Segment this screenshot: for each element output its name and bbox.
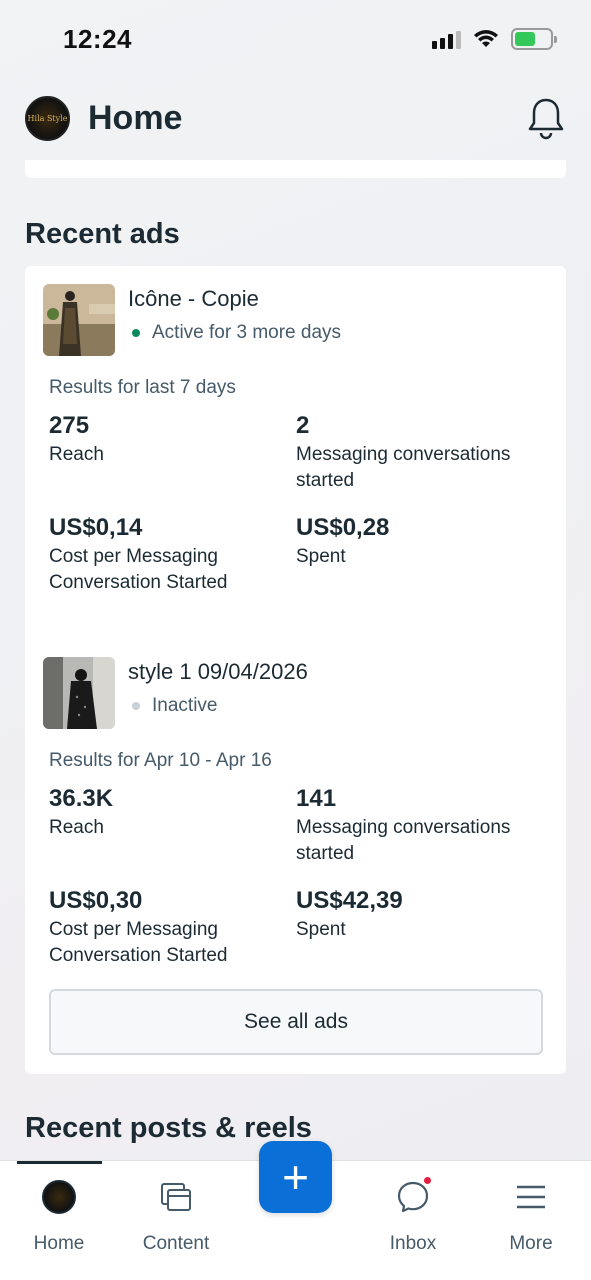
page-title: Home — [88, 98, 183, 137]
metric-messaging: 141 Messaging conversations started — [296, 785, 541, 867]
metric-value: 2 — [296, 412, 310, 439]
nav-more[interactable]: More — [472, 1161, 590, 1261]
ad-status: Inactive — [128, 695, 217, 717]
metric-reach: 275 Reach — [49, 412, 294, 468]
metric-label: Cost per Messaging Conversation Started — [49, 546, 228, 593]
metric-value: US$0,14 — [49, 514, 143, 541]
metric-label: Spent — [296, 546, 346, 567]
recent-ads-title: Recent ads — [25, 218, 180, 250]
metric-value: US$0,28 — [296, 514, 390, 541]
create-button[interactable]: + — [259, 1141, 332, 1213]
ad-status-text: Active for 3 more days — [152, 322, 342, 343]
ad-item[interactable]: style 1 09/04/2026 Inactive Results for … — [43, 657, 548, 977]
metric-cost-per-conversation: US$0,30 Cost per Messaging Conversation … — [49, 887, 294, 969]
ad-name: Icône - Copie — [128, 286, 259, 311]
metric-value: 36.3K — [49, 785, 114, 812]
recent-ads-card: Icône - Copie Active for 3 more days Res… — [25, 266, 566, 1074]
metric-value: US$0,30 — [49, 887, 143, 914]
status-dot-icon — [132, 329, 140, 337]
notifications-bell-icon[interactable] — [526, 96, 566, 140]
ad-status-text: Inactive — [152, 695, 218, 716]
wifi-icon — [474, 30, 498, 47]
header: Hila Style Home — [25, 92, 566, 144]
metric-label: Cost per Messaging Conversation Started — [49, 919, 228, 966]
metric-label: Messaging conversations started — [296, 444, 511, 491]
nav-inbox[interactable]: Inbox — [354, 1161, 472, 1261]
results-period: Results for Apr 10 - Apr 16 — [49, 750, 272, 771]
status-bar: 12:24 — [0, 0, 591, 80]
ad-item[interactable]: Icône - Copie Active for 3 more days Res… — [43, 284, 548, 604]
status-icons — [432, 28, 557, 50]
metric-value: 275 — [49, 412, 90, 439]
results-period: Results for last 7 days — [49, 377, 236, 398]
previous-card-bottom — [25, 160, 566, 178]
inbox-icon — [395, 1177, 431, 1215]
nav-label: Content — [142, 1233, 210, 1254]
metric-reach: 36.3K Reach — [49, 785, 294, 841]
metric-label: Messaging conversations started — [296, 817, 511, 864]
metric-label: Reach — [49, 817, 104, 838]
metric-label: Reach — [49, 444, 104, 465]
nav-home[interactable]: Home — [0, 1161, 118, 1261]
metric-messaging: 2 Messaging conversations started — [296, 412, 541, 494]
status-dot-icon — [132, 702, 140, 710]
nav-label: More — [509, 1233, 553, 1254]
ad-status: Active for 3 more days — [128, 322, 341, 344]
content-icon — [158, 1179, 194, 1215]
home-avatar-icon — [41, 1179, 77, 1215]
notification-dot-icon — [424, 1177, 431, 1184]
see-all-ads-button[interactable]: See all ads — [49, 989, 543, 1055]
nav-label: Inbox — [389, 1233, 437, 1254]
battery-icon — [511, 28, 557, 50]
nav-label: Home — [33, 1233, 85, 1254]
avatar-logo-text: Hila Style — [27, 113, 68, 123]
metric-value: 141 — [296, 785, 337, 812]
ad-thumbnail — [43, 284, 115, 356]
metric-spent: US$0,28 Spent — [296, 514, 541, 570]
metric-value: US$42,39 — [296, 887, 403, 914]
nav-content[interactable]: Content — [117, 1161, 235, 1261]
profile-avatar[interactable]: Hila Style — [25, 95, 70, 141]
plus-icon: + — [282, 1151, 309, 1203]
recent-posts-title: Recent posts & reels — [25, 1112, 312, 1144]
status-time: 12:24 — [63, 24, 132, 54]
menu-icon — [513, 1179, 549, 1215]
ad-name: style 1 09/04/2026 — [128, 659, 308, 684]
metric-label: Spent — [296, 919, 346, 940]
metric-spent: US$42,39 Spent — [296, 887, 541, 943]
ad-thumbnail — [43, 657, 115, 729]
metric-cost-per-conversation: US$0,14 Cost per Messaging Conversation … — [49, 514, 294, 596]
cellular-signal-icon — [432, 29, 461, 49]
